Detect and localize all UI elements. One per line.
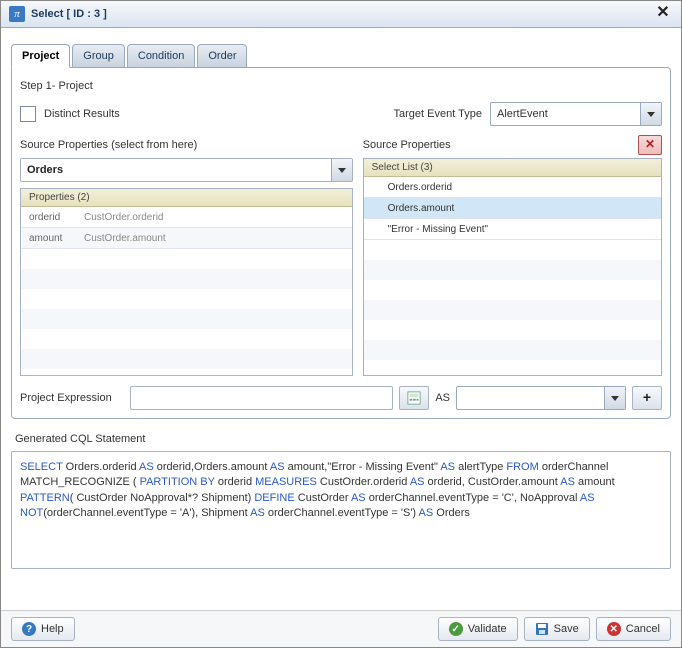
cancel-button[interactable]: ✕ Cancel [596,617,671,641]
empty-rows [21,249,352,375]
select-list-item[interactable]: "Error - Missing Event" [364,219,661,240]
distinct-label: Distinct Results [44,108,120,120]
select-list: Select List (3) Orders.orderid Orders.am… [363,158,662,376]
generated-cql-label: Generated CQL Statement [15,433,671,445]
properties-group-header: Properties (2) [21,189,352,207]
empty-rows [364,240,661,375]
source-properties-combo[interactable]: Orders [21,159,352,181]
cancel-icon: ✕ [607,622,621,636]
property-path: CustOrder.amount [84,233,166,244]
distinct-checkbox[interactable] [20,106,36,122]
select-dialog: π Select [ ID : 3 ] ✕ Project Group Cond… [0,0,682,648]
chevron-down-icon[interactable] [331,159,352,181]
save-button[interactable]: Save [524,617,590,641]
check-icon: ✓ [449,622,463,636]
validate-button-label: Validate [468,623,507,635]
property-row[interactable]: amount CustOrder.amount [21,228,352,249]
project-expression-label: Project Expression [20,392,124,404]
validate-button[interactable]: ✓ Validate [438,617,518,641]
target-event-type-combo[interactable]: AlertEvent [490,102,662,126]
help-icon: ? [22,622,36,636]
select-list-item[interactable]: Orders.amount [364,198,661,219]
select-list-group-header: Select List (3) [364,159,661,177]
help-button[interactable]: ? Help [11,617,75,641]
select-list-title: Source Properties [363,139,451,151]
footer: ? Help ✓ Validate Save ✕ Cancel [1,610,681,647]
help-button-label: Help [41,623,64,635]
as-label: AS [435,392,450,404]
step-label: Step 1- Project [20,80,662,92]
property-path: CustOrder.orderid [84,212,163,223]
generated-cql-text: SELECT Orders.orderid AS orderid,Orders.… [11,451,671,569]
cancel-button-label: Cancel [626,623,660,635]
chevron-down-icon[interactable] [640,103,661,125]
chevron-down-icon[interactable] [604,387,625,409]
select-list-item[interactable]: Orders.orderid [364,177,661,198]
close-icon[interactable]: ✕ [653,4,673,24]
source-properties-title: Source Properties (select from here) [20,139,197,151]
property-row[interactable]: orderid CustOrder.orderid [21,207,352,228]
tab-condition[interactable]: Condition [127,44,195,68]
property-name: orderid [29,212,84,223]
expression-builder-button[interactable] [399,386,429,410]
as-combo[interactable] [456,386,626,410]
save-icon [535,622,549,636]
add-button[interactable]: + [632,386,662,410]
property-name: amount [29,233,84,244]
properties-list: Properties (2) orderid CustOrder.orderid… [20,188,353,376]
tab-pane-project: Step 1- Project Distinct Results Target … [11,67,671,419]
save-button-label: Save [554,623,579,635]
source-properties-combo-value: Orders [21,164,331,176]
delete-button[interactable]: ✕ [638,135,662,155]
project-expression-input[interactable] [130,386,393,410]
window-title: Select [ ID : 3 ] [31,8,107,20]
tab-bar: Project Group Condition Order [11,43,671,67]
title-bar: π Select [ ID : 3 ] ✕ [1,1,681,28]
target-event-type-label: Target Event Type [394,108,482,120]
target-event-type-value: AlertEvent [491,108,640,120]
pi-icon: π [9,6,25,22]
tab-group[interactable]: Group [72,44,125,68]
tab-order[interactable]: Order [197,44,247,68]
tab-project[interactable]: Project [11,44,70,68]
